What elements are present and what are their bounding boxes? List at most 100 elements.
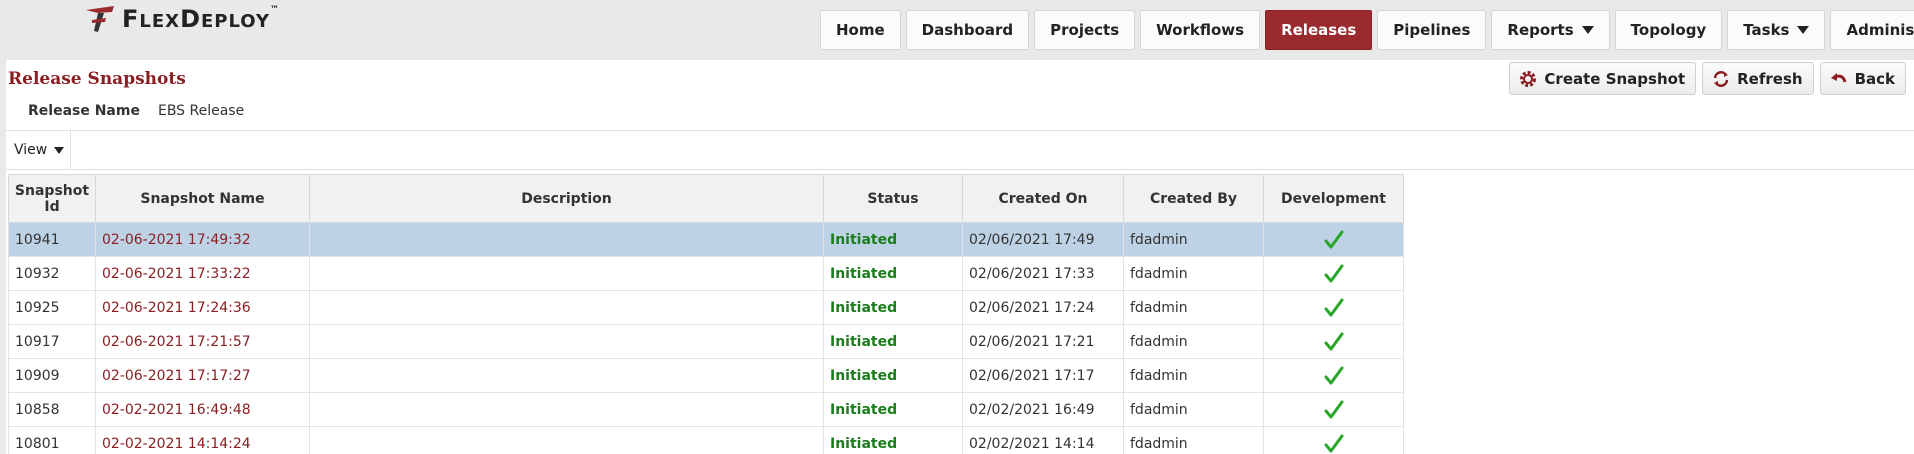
flexdeploy-logo-icon xyxy=(86,6,114,32)
cell-created-by: fdadmin xyxy=(1123,324,1264,359)
cell-description xyxy=(309,392,824,427)
nav-label: Administration xyxy=(1846,21,1914,39)
nav-workflows[interactable]: Workflows xyxy=(1140,10,1261,50)
header-created-by[interactable]: Created By xyxy=(1123,174,1264,223)
header-description[interactable]: Description xyxy=(309,174,824,223)
nav-projects[interactable]: Projects xyxy=(1034,10,1136,50)
create-snapshot-button[interactable]: Create Snapshot xyxy=(1509,62,1697,95)
cell-snapshot-id: 10801 xyxy=(8,426,96,454)
cell-created-by: fdadmin xyxy=(1123,290,1264,325)
table-row[interactable]: 10917 02-06-2021 17:21:57 Initiated 02/06/2… xyxy=(8,324,1404,359)
snapshot-name-link[interactable]: 02-06-2021 17:24:36 xyxy=(95,290,310,325)
table-toolbar: View xyxy=(6,130,1914,170)
nav-home[interactable]: Home xyxy=(820,10,901,50)
nav-topology[interactable]: Topology xyxy=(1614,10,1723,50)
nav-label: Releases xyxy=(1281,21,1357,39)
cell-snapshot-id: 10858 xyxy=(8,392,96,427)
back-label: Back xyxy=(1854,69,1895,88)
cell-status: Initiated xyxy=(823,290,963,325)
cell-status: Initiated xyxy=(823,324,963,359)
snapshot-name-link[interactable]: 02-06-2021 17:21:57 xyxy=(95,324,310,359)
table-row[interactable]: 10925 02-06-2021 17:24:36 Initiated 02/06/2… xyxy=(8,290,1404,325)
view-menu-button[interactable]: View xyxy=(6,131,71,169)
cell-snapshot-id: 10917 xyxy=(8,324,96,359)
header-snapshot-name[interactable]: Snapshot Name xyxy=(95,174,310,223)
cell-development xyxy=(1263,290,1404,325)
nav-reports[interactable]: Reports xyxy=(1491,10,1610,50)
cell-development xyxy=(1263,256,1404,291)
cell-development xyxy=(1263,324,1404,359)
header-snapshot-id[interactable]: Snapshot Id xyxy=(8,174,96,223)
nav-label: Workflows xyxy=(1156,21,1245,39)
back-button[interactable]: Back xyxy=(1819,62,1906,95)
snapshot-name-link[interactable]: 02-06-2021 17:17:27 xyxy=(95,358,310,393)
check-icon xyxy=(1323,366,1345,384)
cell-snapshot-id: 10941 xyxy=(8,222,96,257)
refresh-icon xyxy=(1711,69,1731,89)
nav-label: Dashboard xyxy=(921,21,1014,39)
cell-description xyxy=(309,358,824,393)
nav-pipelines[interactable]: Pipelines xyxy=(1377,10,1487,50)
cell-description xyxy=(309,324,824,359)
cell-created-on: 02/06/2021 17:21 xyxy=(962,324,1124,359)
cell-description xyxy=(309,290,824,325)
release-name-field: Release Name EBS Release xyxy=(28,103,244,119)
cell-status: Initiated xyxy=(823,358,963,393)
nav-label: Pipelines xyxy=(1393,21,1471,39)
header-bar: FLEXDEPLOY™ Home Dashboard Projects Workflo… xyxy=(0,0,1914,60)
nav-dashboard[interactable]: Dashboard xyxy=(905,10,1030,50)
check-icon xyxy=(1323,332,1345,350)
nav-tasks[interactable]: Tasks xyxy=(1727,10,1826,50)
cell-created-on: 02/06/2021 17:33 xyxy=(962,256,1124,291)
cell-created-on: 02/06/2021 17:49 xyxy=(962,222,1124,257)
action-buttons: Create Snapshot Refresh Back xyxy=(1509,62,1906,95)
refresh-button[interactable]: Refresh xyxy=(1702,62,1814,95)
check-icon xyxy=(1323,400,1345,418)
snapshot-name-link[interactable]: 02-06-2021 17:33:22 xyxy=(95,256,310,291)
chevron-down-icon xyxy=(54,146,65,154)
nav-releases[interactable]: Releases xyxy=(1265,10,1373,50)
cell-created-by: fdadmin xyxy=(1123,358,1264,393)
cell-created-on: 02/06/2021 17:24 xyxy=(962,290,1124,325)
snapshot-name-link[interactable]: 02-02-2021 16:49:48 xyxy=(95,392,310,427)
cell-created-on: 02/06/2021 17:17 xyxy=(962,358,1124,393)
main-nav: Home Dashboard Projects Workflows Releases Pi… xyxy=(820,10,1914,50)
cell-description xyxy=(309,222,824,257)
nav-label: Reports xyxy=(1507,21,1574,39)
cell-description xyxy=(309,256,824,291)
nav-label: Tasks xyxy=(1743,21,1790,39)
cell-snapshot-id: 10932 xyxy=(8,256,96,291)
table-row[interactable]: 10909 02-06-2021 17:17:27 Initiated 02/06/2… xyxy=(8,358,1404,393)
back-arrow-icon xyxy=(1829,69,1849,89)
header-development[interactable]: Development xyxy=(1263,174,1404,223)
check-icon xyxy=(1323,230,1345,248)
table-row[interactable]: 10801 02-02-2021 14:14:24 Initiated 02/02/2… xyxy=(8,426,1404,454)
logo-text: FLEXDEPLOY™ xyxy=(122,5,280,33)
release-name-value: EBS Release xyxy=(157,103,245,119)
cell-development xyxy=(1263,222,1404,257)
snapshot-name-link[interactable]: 02-02-2021 14:14:24 xyxy=(95,426,310,454)
check-icon xyxy=(1323,264,1345,282)
cell-snapshot-id: 10909 xyxy=(8,358,96,393)
snapshot-name-link[interactable]: 02-06-2021 17:49:32 xyxy=(95,222,310,257)
cell-created-by: fdadmin xyxy=(1123,392,1264,427)
create-snapshot-label: Create Snapshot xyxy=(1544,69,1686,88)
flexdeploy-logo[interactable]: FLEXDEPLOY™ xyxy=(84,3,280,35)
nav-administration[interactable]: Administration xyxy=(1830,10,1914,50)
chevron-down-icon xyxy=(1581,26,1594,34)
cell-created-on: 02/02/2021 16:49 xyxy=(962,392,1124,427)
cell-description xyxy=(309,426,824,454)
cell-snapshot-id: 10925 xyxy=(8,290,96,325)
header-status[interactable]: Status xyxy=(823,174,963,223)
nav-label: Home xyxy=(836,21,885,39)
header-created-on[interactable]: Created On xyxy=(962,174,1124,223)
check-icon xyxy=(1323,434,1345,452)
cell-development xyxy=(1263,392,1404,427)
snapshots-table: Snapshot Id Snapshot Name Description St… xyxy=(8,174,1404,454)
table-row[interactable]: 10941 02-06-2021 17:49:32 Initiated 02/06/2… xyxy=(8,222,1404,257)
table-row[interactable]: 10858 02-02-2021 16:49:48 Initiated 02/02/2… xyxy=(8,392,1404,427)
cell-development xyxy=(1263,426,1404,454)
table-row[interactable]: 10932 02-06-2021 17:33:22 Initiated 02/06/2… xyxy=(8,256,1404,291)
table-header-row: Snapshot Id Snapshot Name Description St… xyxy=(8,174,1404,223)
cell-status: Initiated xyxy=(823,392,963,427)
